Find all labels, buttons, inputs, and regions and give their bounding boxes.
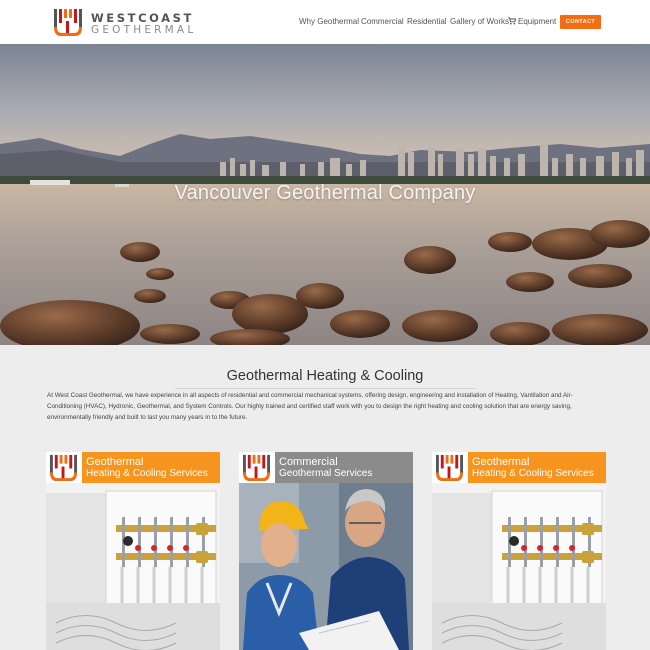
card-header: Commercial Geothermal Services: [239, 452, 413, 483]
service-card-geothermal[interactable]: Geothermal Heating & Cooling Services: [46, 452, 220, 650]
manifold-photo: [46, 483, 220, 650]
card-header: Geothermal Heating & Cooling Services: [432, 452, 606, 483]
card-title: Geothermal: [86, 456, 144, 468]
card-logo-bg: [46, 452, 82, 483]
site-logo[interactable]: WESTCOAST GEOTHERMAL: [53, 7, 193, 37]
card-subtitle: Geothermal Services: [279, 468, 373, 479]
card-header: Geothermal Heating & Cooling Services: [46, 452, 220, 483]
title-divider: [175, 388, 475, 389]
hero-title: Vancouver Geothermal Company: [174, 182, 476, 204]
card-title: Geothermal: [472, 456, 530, 468]
card-subtitle: Heating & Cooling Services: [86, 468, 208, 479]
engineers-photo: [239, 483, 413, 650]
nav-commercial[interactable]: Commercial: [361, 16, 404, 27]
cart-icon: [508, 17, 516, 25]
logo-mark-icon: [435, 454, 464, 482]
nav-residential[interactable]: Residential: [407, 16, 447, 27]
card-logo-bg: [239, 452, 275, 483]
service-card-commercial[interactable]: Commercial Geothermal Services: [239, 452, 413, 650]
logo-mark-icon: [49, 454, 78, 482]
contact-button[interactable]: CONTACT: [560, 15, 601, 29]
hero-banner: Vancouver Geothermal Company: [0, 44, 650, 345]
logo-mark-icon: [54, 9, 82, 36]
site-header: WESTCOAST GEOTHERMAL Why Geothermal Comm…: [0, 0, 650, 44]
intro-paragraph: At West Coast Geothermal, we have experi…: [47, 392, 573, 422]
logo-mark-icon: [242, 454, 271, 482]
manifold-photo: [432, 483, 606, 650]
card-logo-bg: [432, 452, 468, 483]
card-subtitle: Heating & Cooling Services: [472, 468, 594, 479]
logo-wordmark-bottom: GEOTHERMAL: [91, 24, 197, 36]
nav-why-geothermal[interactable]: Why Geothermal: [299, 16, 359, 27]
service-card-geothermal-2[interactable]: Geothermal Heating & Cooling Services: [432, 452, 606, 650]
nav-gallery-of-works[interactable]: Gallery of Works: [450, 16, 509, 27]
card-title: Commercial: [279, 456, 338, 468]
logo-wordmark-top: WESTCOAST: [91, 11, 195, 25]
nav-equipment[interactable]: Equipment: [508, 16, 556, 27]
nav-equipment-label: Equipment: [518, 17, 557, 26]
section-title: Geothermal Heating & Cooling: [226, 368, 424, 384]
